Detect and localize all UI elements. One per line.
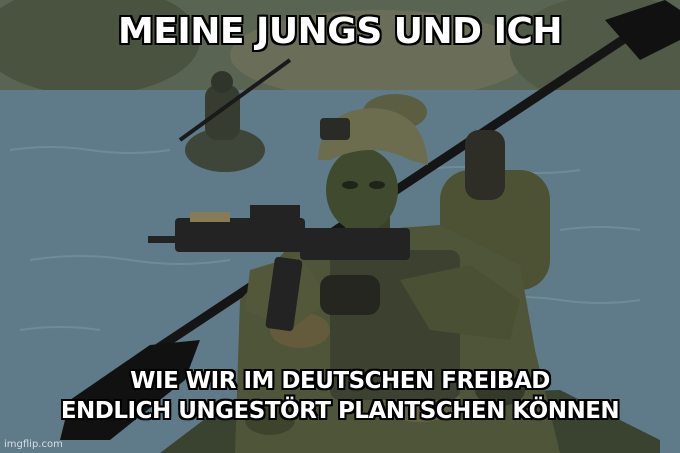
painted-face [326,148,398,232]
gloved-hand [320,275,380,315]
meme-bottom-text: WIE WIR IM DEUTSCHEN FREIBAD ENDLICH UNG… [0,366,680,426]
meme-top-text: MEINE JUNGS UND ICH [117,11,563,52]
imgflip-watermark: imgflip.com [4,439,63,450]
meme-image: MEINE JUNGS UND ICH WIE WIR IM DEUTSCHEN… [0,0,680,453]
meme-bottom-text-line-1: WIE WIR IM DEUTSCHEN FREIBAD [130,368,550,394]
meme-bottom-text-line-2: ENDLICH UNGESTÖRT PLANTSCHEN KÖNNEN [60,398,620,424]
night-vision-mount [320,118,350,140]
